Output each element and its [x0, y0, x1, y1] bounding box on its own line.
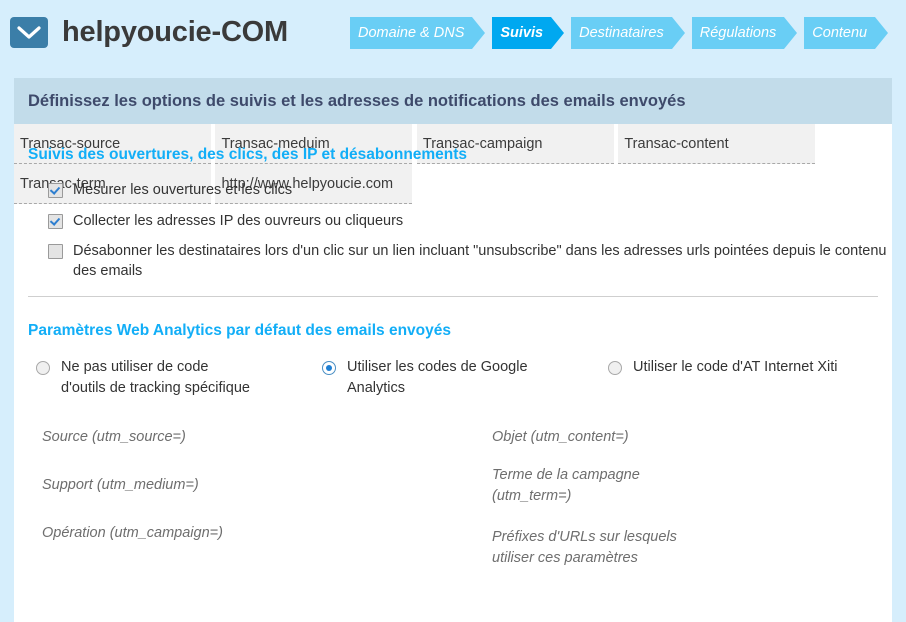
- checkbox-label: Désabonner les destinataires lors d'un c…: [73, 243, 887, 279]
- page-title: helpyoucie-COM: [62, 16, 288, 48]
- breadcrumb-step-label: Contenu: [804, 17, 876, 49]
- input-utm-content[interactable]: [618, 124, 816, 164]
- radio-no-tracking-code[interactable]: Ne pas utiliser de code d'outils de trac…: [36, 357, 256, 399]
- chevron-right-icon: [875, 17, 889, 49]
- section-banner: Définissez les options de suivis et les …: [14, 78, 892, 124]
- breadcrumb: Domaine & DNS Suivis Destinataires Régul…: [350, 17, 889, 53]
- breadcrumb-step-label: Domaine & DNS: [350, 17, 473, 49]
- breadcrumb-step-contenu[interactable]: Contenu: [804, 17, 889, 49]
- breadcrumb-step-suivis[interactable]: Suivis: [492, 17, 565, 49]
- breadcrumb-step-label: Destinataires: [571, 17, 672, 49]
- label-url-prefixes: Préfixes d'URLs sur lesquels utiliser ce…: [492, 529, 677, 566]
- label-utm-medium: Support (utm_medium=): [42, 477, 199, 493]
- analytics-section-title: Paramètres Web Analytics par défaut des …: [28, 322, 451, 339]
- checkbox-measure-opens-clicks[interactable]: Mesurer les ouvertures et les clics: [48, 180, 292, 200]
- radio-at-internet-xiti[interactable]: Utiliser le code d'AT Internet Xiti: [608, 357, 888, 378]
- radio-dot[interactable]: [322, 361, 336, 375]
- radio-label: Ne pas utiliser de code d'outils de trac…: [61, 359, 250, 396]
- checkbox-collect-ip[interactable]: Collecter les adresses IP des ouvreurs o…: [48, 211, 403, 231]
- chevron-right-icon: [671, 17, 685, 49]
- breadcrumb-step-domaine-dns[interactable]: Domaine & DNS: [350, 17, 486, 49]
- content-card: Suivis des ouvertures, des clics, des IP…: [14, 124, 892, 622]
- checkbox-label: Mesurer les ouvertures et les clics: [73, 182, 293, 198]
- label-utm-source: Source (utm_source=): [42, 429, 186, 445]
- breadcrumb-step-destinataires[interactable]: Destinataires: [571, 17, 685, 49]
- checkbox-box[interactable]: [48, 214, 63, 229]
- checkbox-label: Collecter les adresses IP des ouvreurs o…: [73, 213, 404, 229]
- chevron-right-icon: [472, 17, 486, 49]
- label-utm-content: Objet (utm_content=): [492, 429, 629, 445]
- breadcrumb-step-label: Régulations: [691, 17, 785, 49]
- radio-dot[interactable]: [36, 361, 50, 375]
- chevron-right-icon: [551, 17, 565, 49]
- checkbox-box[interactable]: [48, 183, 63, 198]
- left-rail: [0, 70, 14, 622]
- brand: helpyoucie-COM: [10, 16, 288, 49]
- right-rail: [892, 70, 906, 622]
- radio-google-analytics[interactable]: Utiliser les codes de Google Analytics: [322, 357, 562, 399]
- label-utm-term: Terme de la campagne (utm_term=): [492, 467, 640, 504]
- radio-dot[interactable]: [608, 361, 622, 375]
- top-bar: helpyoucie-COM Domaine & DNS Suivis Dest…: [0, 0, 906, 70]
- label-utm-campaign: Opération (utm_campaign=): [42, 525, 223, 541]
- section-divider: [28, 296, 878, 297]
- chevron-right-icon: [784, 17, 798, 49]
- radio-label: Utiliser les codes de Google Analytics: [347, 359, 528, 396]
- breadcrumb-step-regulations[interactable]: Régulations: [691, 17, 798, 49]
- section-banner-text: Définissez les options de suivis et les …: [28, 91, 686, 110]
- tracking-section-title: Suivis des ouvertures, des clics, des IP…: [28, 146, 468, 163]
- checkbox-unsubscribe-link[interactable]: Désabonner les destinataires lors d'un c…: [48, 241, 893, 281]
- envelope-icon: [10, 17, 48, 48]
- breadcrumb-step-label: Suivis: [492, 17, 552, 49]
- radio-label: Utiliser le code d'AT Internet Xiti: [633, 359, 838, 375]
- checkbox-box[interactable]: [48, 244, 63, 259]
